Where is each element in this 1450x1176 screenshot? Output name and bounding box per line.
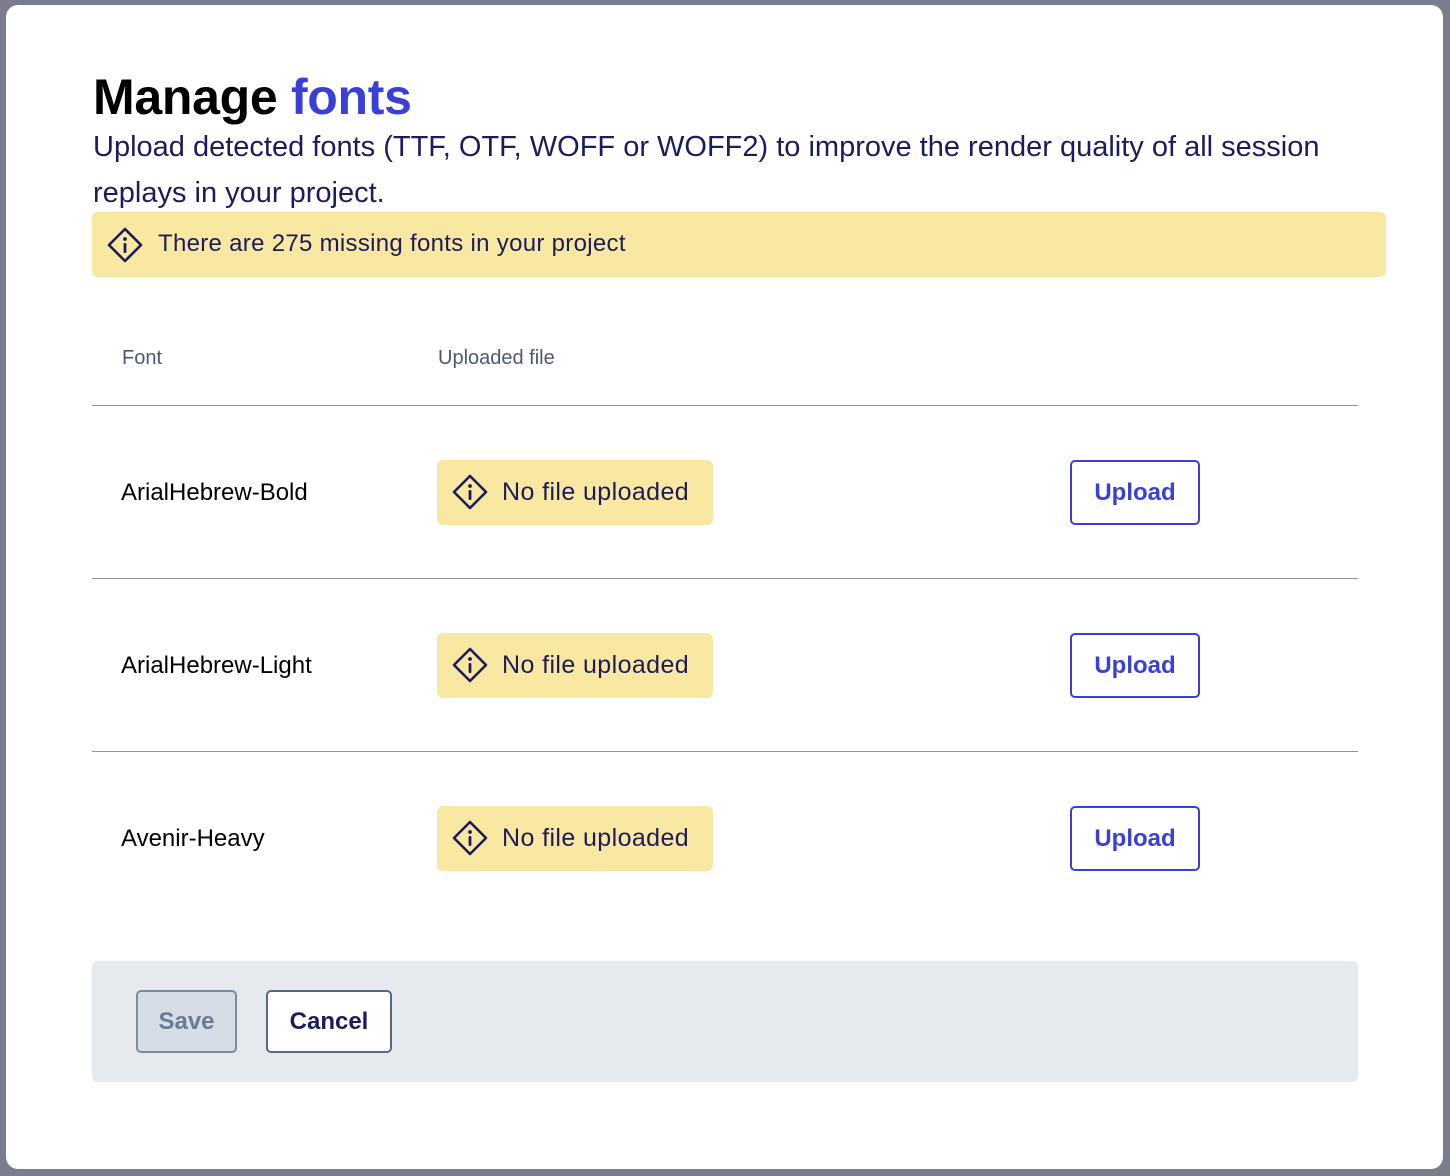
missing-fonts-banner: There are 275 missing fonts in your proj… [92, 212, 1386, 277]
dialog-subtitle: Upload detected fonts (TTF, OTF, WOFF or… [93, 131, 1320, 209]
info-diamond-icon [452, 474, 488, 510]
table-row: ArialHebrew-Light No file uploaded Uploa… [92, 579, 1358, 751]
column-header-font: Font [122, 347, 163, 369]
upload-status-badge: No file uploaded [437, 460, 713, 525]
dialog-footer: Save Cancel [92, 961, 1358, 1082]
save-button[interactable]: Save [136, 990, 237, 1053]
upload-status-text: No file uploaded [502, 824, 690, 852]
font-name: Avenir-Heavy [121, 825, 265, 852]
table-row: Avenir-Heavy No file uploaded Upload [92, 752, 1358, 924]
upload-status-badge: No file uploaded [437, 806, 713, 871]
column-header-uploaded-file: Uploaded file [438, 347, 555, 369]
upload-status-text: No file uploaded [502, 651, 690, 679]
upload-status-badge: No file uploaded [437, 633, 713, 698]
font-name: ArialHebrew-Bold [121, 479, 308, 506]
upload-button[interactable]: Upload [1070, 460, 1200, 525]
banner-text: There are 275 missing fonts in your proj… [158, 230, 626, 257]
upload-status-text: No file uploaded [502, 478, 690, 506]
table-row: ArialHebrew-Bold No file uploaded Upload [92, 406, 1358, 578]
cancel-button[interactable]: Cancel [266, 990, 392, 1053]
title-accent: fonts [290, 69, 412, 125]
title-main: Manage [93, 69, 278, 125]
info-diamond-icon [107, 227, 143, 263]
dialog-title: Manage fonts [93, 65, 412, 129]
info-diamond-icon [452, 820, 488, 856]
upload-button[interactable]: Upload [1070, 633, 1200, 698]
manage-fonts-dialog: Manage fonts Upload detected fonts (TTF,… [6, 5, 1443, 1169]
info-diamond-icon [452, 647, 488, 683]
font-name: ArialHebrew-Light [121, 652, 312, 679]
upload-button[interactable]: Upload [1070, 806, 1200, 871]
